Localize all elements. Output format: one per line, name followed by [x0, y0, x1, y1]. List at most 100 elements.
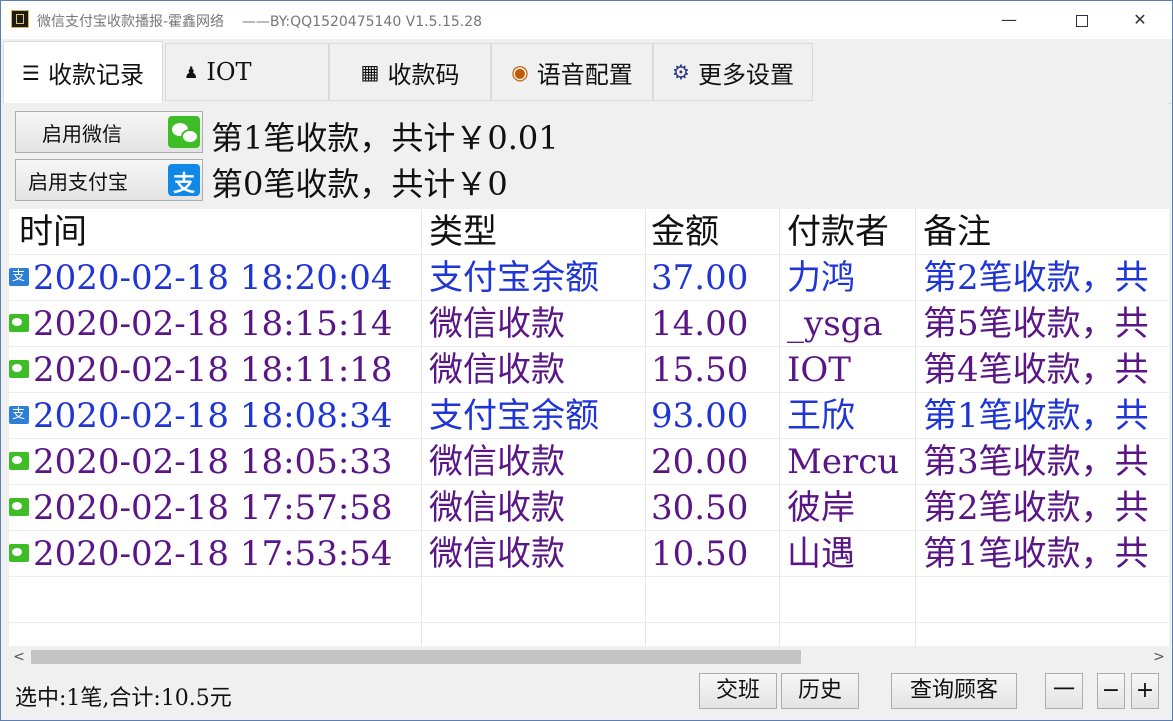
tab-iot[interactable]: ♟ IOT	[165, 43, 329, 101]
minimize-button[interactable]: —	[986, 1, 1032, 39]
payment-records-table: 时间 类型 金额 付款者 备注 2020-02-18 18:20:04 支付宝余额…	[9, 209, 1169, 646]
summary-panel: 启用微信 第1笔收款，共计￥0.01 启用支付宝 支 第0笔收款，共计￥0	[3, 103, 1169, 207]
enable-alipay-button[interactable]: 启用支付宝 支	[15, 159, 203, 201]
alipay-icon	[9, 393, 29, 438]
history-button[interactable]: 历史	[781, 673, 859, 709]
cell-time: 2020-02-18 18:05:33	[9, 439, 421, 485]
cell-time-text: 2020-02-18 18:05:33	[33, 442, 393, 482]
table-row[interactable]: 2020-02-18 18:05:33 微信收款 20.00 Mercu 第3笔收款，共	[9, 439, 1169, 485]
cell-amount: 30.50	[651, 485, 779, 531]
wechat-icon	[9, 360, 29, 378]
tab-label: 语音配置	[536, 60, 633, 89]
cell-amount: 93.00	[651, 393, 779, 439]
cell-amount-text: 30.50	[651, 488, 749, 528]
cell-payer-text: 彼岸	[787, 488, 855, 528]
cell-payer: IOT	[787, 347, 915, 393]
cell-note-text: 第1笔收款，共	[923, 534, 1149, 574]
cell-time-text: 2020-02-18 18:08:34	[33, 396, 393, 436]
cell-payer: 山遇	[787, 531, 915, 577]
enable-wechat-label: 启用微信	[42, 121, 122, 146]
horizontal-scrollbar[interactable]: < >	[9, 646, 1169, 668]
cell-payer: 王欣	[787, 393, 915, 439]
cell-type-text: 支付宝余额	[429, 396, 599, 436]
cell-payer-text: _ysga	[787, 304, 883, 344]
cell-type: 微信收款	[429, 347, 645, 393]
header-amount[interactable]: 金额	[651, 209, 779, 255]
enable-wechat-button[interactable]: 启用微信	[15, 111, 203, 153]
cell-note: 第1笔收款，共	[923, 531, 1169, 577]
cell-amount-text: 14.00	[651, 304, 749, 344]
cell-time: 2020-02-18 18:20:04	[9, 255, 421, 301]
cell-payer-text: Mercu	[787, 442, 900, 482]
cell-note: 第2笔收款，共	[923, 485, 1169, 531]
enable-alipay-label: 启用支付宝	[28, 169, 128, 194]
dash-button[interactable]: 一	[1045, 673, 1083, 709]
tab-label: 收款记录	[47, 61, 144, 89]
font-increase-button[interactable]: +	[1131, 673, 1159, 709]
cell-payer-text: IOT	[787, 350, 851, 390]
window-subtitle: ——BY:QQ1520475140 V1.5.15.28	[241, 14, 483, 30]
tab-label: 更多设置	[697, 60, 794, 89]
cell-amount: 10.50	[651, 531, 779, 577]
tab-more-settings[interactable]: ⚙ 更多设置	[653, 43, 813, 101]
cell-time-text: 2020-02-18 18:15:14	[33, 304, 393, 344]
close-button[interactable]: ✕	[1117, 1, 1163, 39]
table-row-empty[interactable]	[9, 623, 1169, 646]
table-row-empty[interactable]	[9, 577, 1169, 623]
maximize-button[interactable]	[1059, 1, 1105, 39]
cell-note-text: 第2笔收款，共	[923, 258, 1149, 298]
table-row[interactable]: 2020-02-18 18:20:04 支付宝余额 37.00 力鸿 第2笔收款，共	[9, 255, 1169, 301]
cell-type: 微信收款	[429, 301, 645, 347]
tab-payment-records[interactable]: ☰ 收款记录	[3, 41, 163, 103]
scroll-thumb[interactable]	[31, 650, 801, 664]
speaker-icon: ◉	[511, 60, 529, 84]
cell-amount: 37.00	[651, 255, 779, 301]
header-type[interactable]: 类型	[429, 209, 645, 255]
gear-icon: ⚙	[672, 60, 690, 84]
table-row[interactable]: 2020-02-18 18:08:34 支付宝余额 93.00 王欣 第1笔收款，共	[9, 393, 1169, 439]
selection-summary: 选中:1笔,合计:10.5元	[15, 686, 232, 711]
scroll-left-arrow[interactable]: <	[9, 646, 29, 668]
cell-amount-text: 10.50	[651, 534, 749, 574]
cell-payer: 彼岸	[787, 485, 915, 531]
table-row[interactable]: 2020-02-18 18:15:14 微信收款 14.00 _ysga 第5笔收款，共	[9, 301, 1169, 347]
cell-time: 2020-02-18 17:57:58	[9, 485, 421, 531]
title-bar: 微信支付宝收款播报-霍鑫网络 ——BY:QQ1520475140 V1.5.15…	[1, 1, 1172, 39]
cell-type: 支付宝余额	[429, 255, 645, 301]
header-note[interactable]: 备注	[923, 209, 1169, 255]
cell-type: 微信收款	[429, 439, 645, 485]
table-row[interactable]: 2020-02-18 17:53:54 微信收款 10.50 山遇 第1笔收款，共	[9, 531, 1169, 577]
header-payer[interactable]: 付款者	[787, 209, 915, 255]
font-decrease-button[interactable]: −	[1097, 673, 1125, 709]
tab-payment-qrcode[interactable]: ▦ 收款码	[329, 43, 491, 101]
cell-type-text: 微信收款	[429, 350, 565, 390]
cell-note: 第2笔收款，共	[923, 255, 1169, 301]
tab-label: IOT	[206, 58, 252, 86]
tab-bar: ☰ 收款记录 ♟ IOT ▦ 收款码 ◉ 语音配置 ⚙ 更多设置	[3, 41, 1171, 104]
cell-amount: 20.00	[651, 439, 779, 485]
wechat-icon	[168, 116, 200, 148]
wechat-icon	[9, 452, 29, 470]
cell-amount: 15.50	[651, 347, 779, 393]
cell-payer-text: 王欣	[787, 396, 855, 436]
cell-amount: 14.00	[651, 301, 779, 347]
cell-payer: 力鸿	[787, 255, 915, 301]
cell-note: 第4笔收款，共	[923, 347, 1169, 393]
scroll-right-arrow[interactable]: >	[1149, 646, 1169, 668]
cell-note: 第5笔收款，共	[923, 301, 1169, 347]
query-customer-button[interactable]: 查询顾客	[891, 673, 1017, 709]
tab-voice-config[interactable]: ◉ 语音配置	[491, 43, 653, 101]
tab-label: 收款码	[387, 60, 460, 89]
cell-payer: Mercu	[787, 439, 915, 485]
header-time[interactable]: 时间	[9, 209, 421, 255]
window-title: 微信支付宝收款播报-霍鑫网络 ——BY:QQ1520475140 V1.5.15…	[37, 11, 482, 31]
table-row[interactable]: 2020-02-18 17:57:58 微信收款 30.50 彼岸 第2笔收款，共	[9, 485, 1169, 531]
cell-note-text: 第3笔收款，共	[923, 442, 1149, 482]
cell-payer-text: 力鸿	[787, 258, 855, 298]
wechat-icon	[9, 314, 29, 332]
table-row[interactable]: 2020-02-18 18:11:18 微信收款 15.50 IOT 第4笔收款，共	[9, 347, 1169, 393]
cell-time-text: 2020-02-18 18:11:18	[33, 350, 393, 390]
handover-button[interactable]: 交班	[699, 673, 777, 709]
cell-amount-text: 93.00	[651, 396, 749, 436]
cell-payer-text: 山遇	[787, 534, 855, 574]
